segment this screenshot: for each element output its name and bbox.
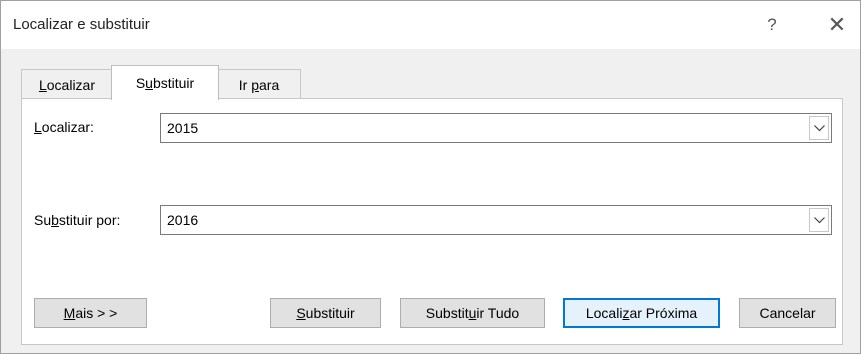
cancel-button[interactable]: Cancelar: [739, 298, 836, 328]
find-input[interactable]: 2015: [167, 120, 198, 136]
close-button[interactable]: ✕: [823, 11, 851, 39]
cancel-button-label: Cancelar: [759, 305, 816, 321]
find-dropdown-button[interactable]: [809, 116, 829, 140]
tab-ir-para[interactable]: Ir para: [217, 69, 301, 100]
find-next-button-label: Localizar Próxima: [585, 305, 698, 321]
replace-all-button[interactable]: Substituir Tudo: [400, 298, 545, 328]
find-replace-dialog: Localizar e substituir ? ✕ Localizar Sub…: [0, 0, 861, 354]
find-label: Localizar:: [34, 119, 94, 135]
title-bar: Localizar e substituir ? ✕: [1, 1, 860, 49]
help-button[interactable]: ?: [758, 11, 786, 39]
replace-label: Substituir por:: [34, 212, 121, 228]
replace-dropdown-button[interactable]: [809, 208, 829, 232]
more-button-label: Mais > >: [63, 305, 118, 321]
chevron-down-icon: [813, 124, 825, 131]
replace-panel: Localizar: 2015 Substituir por: 2016 Mai…: [21, 98, 843, 345]
replace-button-label: Substituir: [296, 305, 355, 321]
replace-input[interactable]: 2016: [167, 212, 198, 228]
more-button[interactable]: Mais > >: [34, 298, 147, 328]
tab-substituir[interactable]: Substituir: [111, 65, 219, 100]
find-combobox[interactable]: 2015: [160, 113, 832, 143]
replace-button[interactable]: Substituir: [270, 298, 381, 328]
dialog-title: Localizar e substituir: [13, 16, 150, 33]
tab-substituir-label: Substituir: [135, 75, 195, 91]
tab-localizar[interactable]: Localizar: [21, 69, 113, 100]
tab-ir-para-label: Ir para: [238, 77, 280, 93]
tab-localizar-label: Localizar: [38, 77, 96, 93]
find-next-button[interactable]: Localizar Próxima: [563, 298, 720, 328]
replace-combobox[interactable]: 2016: [160, 205, 832, 235]
replace-all-button-label: Substituir Tudo: [425, 305, 520, 321]
chevron-down-icon: [813, 216, 825, 223]
